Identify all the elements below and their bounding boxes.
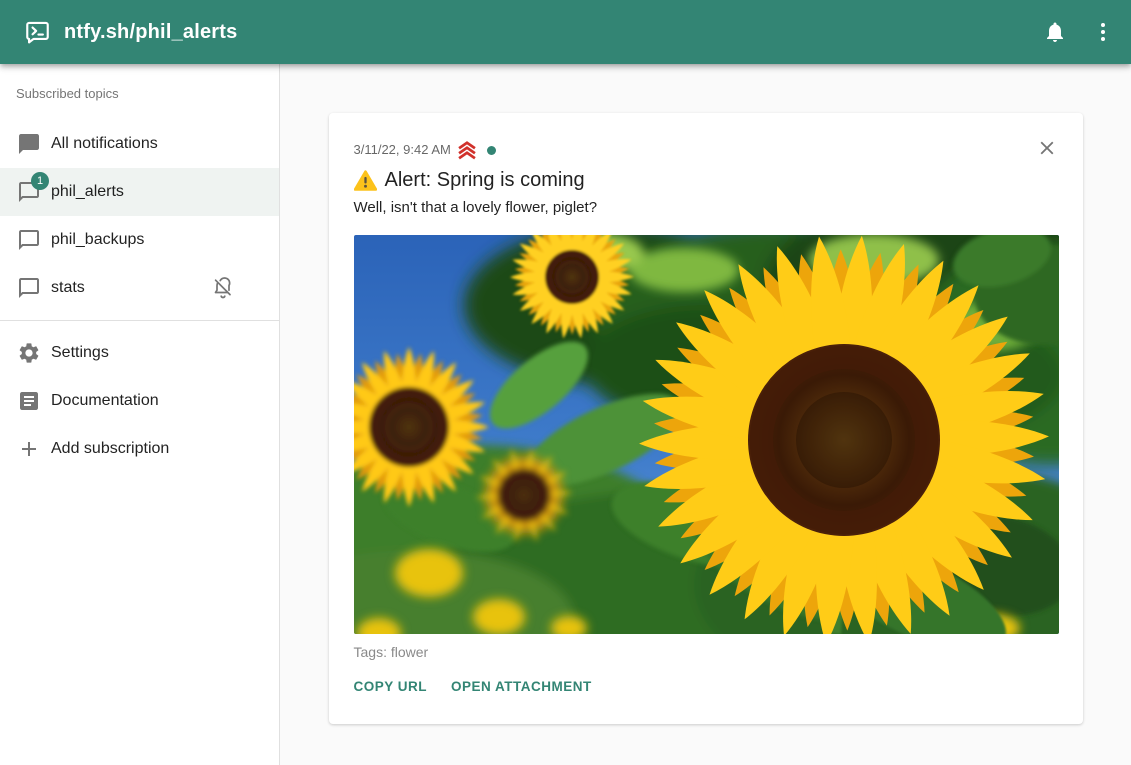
app-bar: ntfy.sh/phil_alerts	[0, 0, 1131, 64]
app-bar-title: ntfy.sh/phil_alerts	[64, 21, 237, 44]
attachment-image[interactable]	[354, 235, 1059, 634]
sidebar-item-label: Documentation	[51, 392, 159, 410]
sidebar-item-all-notifications[interactable]: All notifications	[0, 120, 279, 168]
sidebar-item-settings[interactable]: Settings	[0, 329, 279, 377]
close-icon	[1036, 137, 1058, 159]
notification-actions: COPY URL OPEN ATTACHMENT	[354, 677, 1058, 697]
notifications-button[interactable]	[1035, 12, 1075, 52]
close-notification-button[interactable]	[1027, 128, 1067, 168]
chat-bubble-outline-icon	[17, 276, 41, 300]
bell-icon	[1043, 20, 1067, 44]
sidebar-item-label: phil_backups	[51, 231, 144, 249]
gear-icon	[17, 341, 41, 365]
sidebar: Subscribed topics All notifications 1 ph…	[0, 64, 280, 765]
subscribed-topics-label: Subscribed topics	[0, 64, 279, 120]
kebab-menu-icon	[1091, 20, 1115, 44]
overflow-menu-button[interactable]	[1083, 12, 1123, 52]
article-icon	[17, 389, 41, 413]
open-attachment-button[interactable]: OPEN ATTACHMENT	[451, 677, 592, 697]
notification-timestamp: 3/11/22, 9:42 AM	[354, 141, 451, 159]
priority-max-icon	[456, 140, 478, 160]
notification-title-text: Alert: Spring is coming	[385, 166, 585, 194]
sidebar-item-documentation[interactable]: Documentation	[0, 377, 279, 425]
main-content: 3/11/22, 9:42 AM	[280, 64, 1131, 765]
notification-message: Well, isn't that a lovely flower, piglet…	[354, 197, 1058, 218]
notification-tags: Tags: flower	[354, 643, 1058, 661]
sidebar-item-label: stats	[51, 279, 85, 297]
chat-bubble-filled-icon	[17, 132, 41, 156]
app-bar-actions	[1035, 12, 1123, 52]
sidebar-item-label: Add subscription	[51, 440, 169, 458]
sidebar-item-label: Settings	[51, 344, 109, 362]
bell-off-icon	[211, 276, 235, 300]
notification-title: Alert: Spring is coming	[354, 166, 1058, 194]
notification-card: 3/11/22, 9:42 AM	[329, 113, 1083, 724]
ntfy-terminal-bubble-icon	[24, 19, 51, 46]
ntfy-app: ntfy.sh/phil_alerts Subscribed topics	[0, 0, 1131, 765]
sidebar-item-add-subscription[interactable]: Add subscription	[0, 425, 279, 473]
sidebar-item-label: All notifications	[51, 135, 158, 153]
chat-bubble-outline-icon	[17, 228, 41, 252]
sidebar-item-phil-alerts[interactable]: 1 phil_alerts	[0, 168, 279, 216]
copy-url-button[interactable]: COPY URL	[354, 677, 428, 697]
sidebar-item-phil-backups[interactable]: phil_backups	[0, 216, 279, 264]
unread-dot-icon	[487, 146, 496, 155]
sunflower-photo	[354, 235, 1059, 634]
plus-icon	[17, 437, 41, 461]
sidebar-divider	[0, 320, 279, 321]
notification-meta: 3/11/22, 9:42 AM	[354, 140, 1058, 160]
chat-bubble-outline-icon: 1	[17, 180, 41, 204]
warning-emoji	[354, 170, 377, 191]
sidebar-item-label: phil_alerts	[51, 183, 124, 201]
unread-count-badge: 1	[31, 172, 49, 190]
sidebar-item-stats[interactable]: stats	[0, 264, 279, 312]
